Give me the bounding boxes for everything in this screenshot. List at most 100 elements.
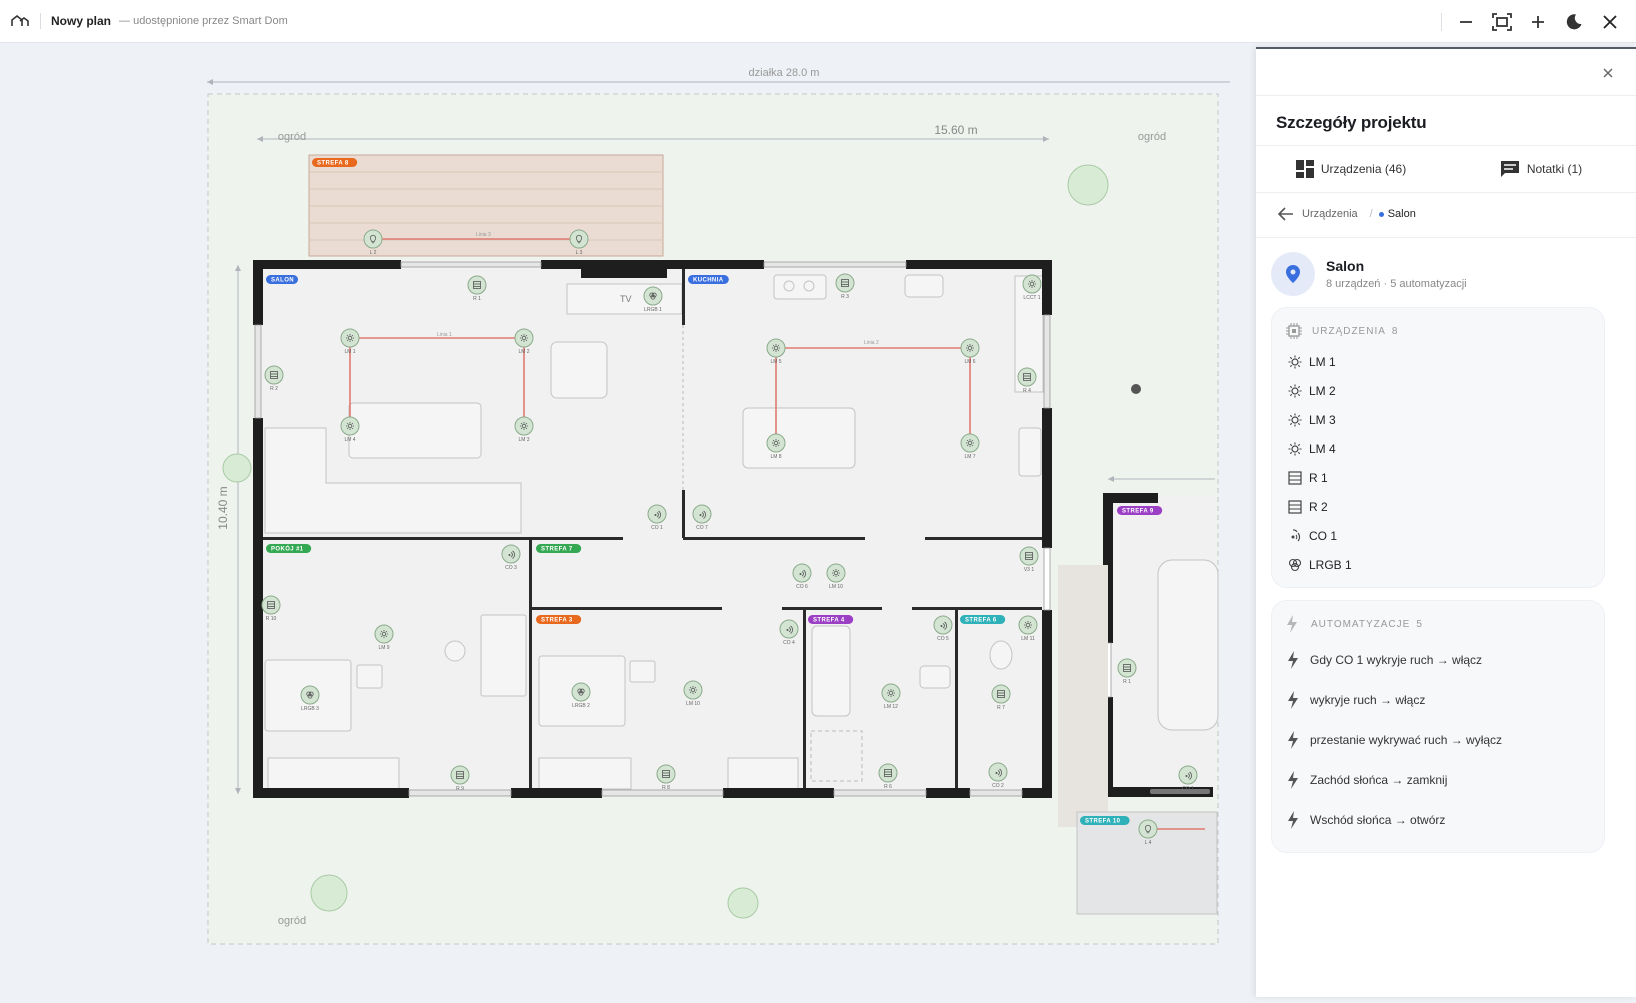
fit-screen-icon	[1492, 12, 1512, 31]
device-list-item[interactable]: LM 4	[1288, 434, 1604, 463]
device-label: R 2	[1309, 499, 1328, 514]
shutter-icon	[1288, 499, 1309, 514]
zone-tag-label: STREFA 3	[541, 618, 573, 624]
device-marker-label: LM 9	[378, 645, 389, 651]
device-marker-label: L 2	[370, 250, 377, 256]
close-plan-button[interactable]	[1592, 4, 1628, 40]
close-panel-button[interactable]	[1598, 63, 1618, 83]
tab-notes[interactable]: Notatki (1)	[1446, 146, 1636, 192]
devices-card: URZĄDZENIA 8 LM 1 LM 2 LM 3 LM 4R 1R 2 CO 1L…	[1271, 307, 1605, 588]
tree	[727, 887, 759, 919]
automation-item[interactable]: Wschód słońca → otwórz	[1287, 800, 1604, 840]
toolbar-divider	[1441, 12, 1442, 31]
device-marker[interactable]: LM 11	[1018, 615, 1038, 642]
moon-icon	[1566, 13, 1582, 29]
device-marker-label: LM 5	[770, 359, 781, 365]
panel-tabs: Urządzenia (46) Notatki (1)	[1256, 145, 1636, 193]
panel-title: Szczegóły projektu	[1276, 113, 1427, 132]
close-icon	[1603, 14, 1617, 29]
zone-tag-label: POKÓJ #1	[271, 545, 304, 553]
breadcrumb: Urządzenia / Salon	[1278, 202, 1416, 226]
device-marker-label: R 1	[1123, 679, 1131, 685]
devices-section-title: URZĄDZENIA	[1312, 325, 1386, 337]
zone-tag-label: STREFA 4	[813, 618, 845, 624]
device-marker[interactable]: LRGB 1	[643, 286, 663, 313]
tree	[310, 874, 348, 912]
chip-icon	[1286, 323, 1302, 339]
automation-label: przestanie wykrywać ruch → wyłącz	[1310, 733, 1503, 747]
fit-to-screen-button[interactable]	[1484, 4, 1520, 40]
device-marker[interactable]: LM 10	[826, 563, 846, 590]
devices-count: 8	[1391, 325, 1399, 337]
device-marker[interactable]: LM 12	[881, 683, 901, 710]
device-marker-label: LM 1	[344, 349, 355, 355]
divider	[1256, 237, 1636, 238]
device-marker-label: LM 12	[884, 704, 898, 710]
device-list-item[interactable]: LM 3	[1288, 405, 1604, 434]
device-marker-label: CO 3	[505, 565, 517, 571]
device-marker-label: LM 11	[1021, 636, 1035, 642]
device-marker-label: LRGB 1	[644, 307, 662, 313]
device-marker-label: CO 4	[783, 640, 795, 646]
device-marker-label: CO 1	[1182, 786, 1194, 792]
device-list-item[interactable]: LM 2	[1288, 376, 1604, 405]
light-icon	[1288, 355, 1309, 369]
floor-plan[interactable]: działka 28.0 m 15.60 m 10.40 m ogród ogr…	[0, 43, 1260, 1003]
link-line-label: Linia 2	[864, 340, 879, 346]
device-marker[interactable]: LRGB 3	[300, 685, 320, 712]
automations-count: 5	[1416, 618, 1423, 630]
lightning-icon	[1288, 811, 1298, 829]
device-marker-label: LRGB 2	[572, 703, 590, 709]
device-list-item[interactable]: LM 1	[1288, 347, 1604, 376]
light-icon	[1288, 442, 1309, 456]
automation-item[interactable]: Zachód słońca → zamknij	[1287, 760, 1604, 800]
device-marker-label: LM 3	[518, 437, 529, 443]
automation-item[interactable]: wykryje ruch → włącz	[1287, 680, 1604, 720]
divider	[1256, 95, 1636, 96]
link-line-label: Linia 1	[437, 332, 452, 338]
device-label: LM 3	[1309, 412, 1336, 427]
automation-item[interactable]: Gdy CO 1 wykryje ruch → włącz	[1287, 640, 1604, 680]
floor-plan-canvas[interactable]: działka 28.0 m 15.60 m 10.40 m ogród ogr…	[0, 43, 1260, 1003]
device-marker[interactable]: LCCT 1	[1022, 274, 1042, 301]
automation-label: Wschód słońca → otwórz	[1310, 813, 1446, 827]
device-list: LM 1 LM 2 LM 3 LM 4 R 1 R 2 CO 1 LRGB 1	[1272, 347, 1604, 579]
home-logo-icon[interactable]	[10, 13, 30, 29]
zoom-in-button[interactable]	[1520, 4, 1556, 40]
device-marker[interactable]: LM 10	[683, 680, 703, 707]
device-list-item[interactable]: R 1	[1288, 463, 1604, 492]
breadcrumb-parent[interactable]: Urządzenia	[1302, 208, 1358, 220]
device-marker[interactable]: LRGB 2	[571, 682, 591, 709]
light-icon	[1288, 413, 1309, 427]
lightning-icon	[1288, 731, 1298, 749]
device-marker-label: LM 10	[686, 701, 700, 707]
plus-icon	[1532, 15, 1544, 28]
tab-devices[interactable]: Urządzenia (46)	[1256, 146, 1446, 192]
zone-tag-label: KUCHNIA	[693, 278, 724, 284]
breadcrumb-dot	[1378, 211, 1384, 217]
zoom-out-button[interactable]	[1448, 4, 1484, 40]
breadcrumb-separator: /	[1369, 208, 1373, 220]
automation-label: wykryje ruch → włącz	[1310, 693, 1426, 707]
device-marker-label: LM 4	[344, 437, 355, 443]
device-list-item[interactable]: LRGB 1	[1288, 550, 1604, 579]
device-marker-label: CO 6	[796, 584, 808, 590]
tree	[1067, 164, 1109, 206]
zone-tag-label: STREFA 7	[541, 547, 573, 553]
back-button[interactable]	[1278, 207, 1294, 221]
device-list-item[interactable]: R 2	[1288, 492, 1604, 521]
automation-item[interactable]: przestanie wykrywać ruch → wyłącz	[1287, 720, 1604, 760]
zone-tag-label: STREFA 8	[317, 161, 349, 167]
garden-label: ogród	[278, 915, 306, 927]
automations-section-title: AUTOMATYZACJE	[1311, 618, 1411, 630]
location-pin-icon	[1286, 265, 1300, 283]
automation-list: Gdy CO 1 wykryje ruch → włącz wykryje ruc…	[1272, 640, 1604, 840]
plan-title: Nowy plan	[51, 14, 112, 28]
zone-tag-label: STREFA 10	[1085, 819, 1121, 825]
header-divider	[40, 13, 41, 29]
zone-tag-label: STREFA 6	[965, 618, 997, 624]
dark-mode-button[interactable]	[1556, 4, 1592, 40]
device-list-item[interactable]: CO 1	[1288, 521, 1604, 550]
arrow-left-icon	[207, 79, 213, 85]
device-label: LRGB 1	[1309, 557, 1352, 572]
